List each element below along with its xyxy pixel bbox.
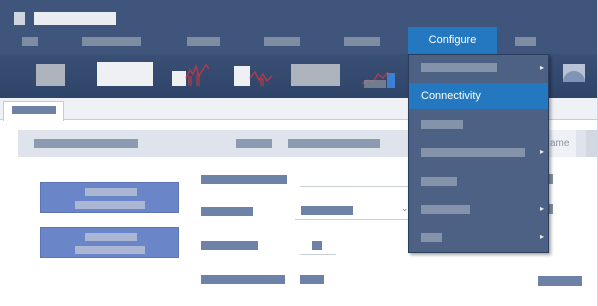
- chevron-right-icon: ▸: [539, 147, 544, 156]
- menu-configure[interactable]: Configure: [408, 27, 497, 54]
- dropdown-item-6[interactable]: ▸: [409, 196, 548, 222]
- field-label-2: [201, 207, 253, 216]
- dropdown-item-1-label: [421, 63, 497, 72]
- tab-label: [12, 106, 56, 114]
- action-button-2-line-1: [85, 233, 137, 241]
- window-title: [34, 12, 116, 25]
- field-label-1: [201, 175, 287, 184]
- app-icon: [14, 12, 25, 25]
- dropdown-item-3[interactable]: [409, 111, 548, 137]
- right-mark-2: [549, 204, 553, 214]
- select-value: [301, 206, 353, 215]
- dropdown-item-6-label: [421, 205, 470, 214]
- field-value-4: [300, 275, 324, 284]
- right-mark-1: [549, 174, 553, 184]
- menu-item-2[interactable]: [82, 37, 141, 46]
- menu-item-7[interactable]: [515, 37, 536, 46]
- menu-item-5[interactable]: [344, 37, 380, 46]
- gauge-icon[interactable]: [560, 62, 588, 88]
- action-button-1-line-2: [75, 201, 145, 209]
- menu-bar: [0, 30, 598, 54]
- action-button-1-line-1: [85, 188, 137, 196]
- field-label-3: [201, 241, 258, 250]
- toolbar-button-2[interactable]: [97, 62, 153, 86]
- configure-dropdown: ▸ Connectivity ▸ ▸ ▸: [408, 54, 549, 253]
- toolbar-button-5[interactable]: [291, 64, 340, 86]
- application-window: Configure ame ⌄ ▸ Connectivity ▸ ▸ ▸: [0, 0, 598, 306]
- text-field-1[interactable]: [300, 186, 410, 187]
- toolbar-button-1[interactable]: [36, 64, 65, 86]
- chevron-right-icon: ▸: [539, 63, 544, 72]
- header-column-1[interactable]: [34, 139, 138, 148]
- tab-active[interactable]: [3, 101, 64, 121]
- chevron-right-icon: ▸: [539, 232, 544, 241]
- dropdown-item-connectivity[interactable]: Connectivity: [409, 83, 548, 109]
- dropdown-item-3-label: [421, 120, 463, 129]
- action-button-2-line-2: [75, 246, 145, 254]
- right-value: [538, 276, 582, 286]
- dropdown-item-4-label: [421, 148, 525, 157]
- chart-icon-1[interactable]: [172, 62, 210, 86]
- field-label-4: [201, 275, 285, 284]
- action-button-1[interactable]: [40, 182, 179, 213]
- dropdown-item-7-label: [421, 233, 442, 242]
- header-column-2[interactable]: [236, 139, 272, 148]
- header-column-3[interactable]: [288, 139, 380, 148]
- dropdown-item-1[interactable]: ▸: [409, 55, 548, 81]
- header-column-name[interactable]: ame: [548, 130, 576, 157]
- dropdown-item-7[interactable]: ▸: [409, 224, 548, 250]
- menu-item-3[interactable]: [187, 37, 220, 46]
- chart-icon-2[interactable]: [234, 62, 274, 86]
- chart-icon-3[interactable]: [360, 62, 398, 88]
- text-field-3[interactable]: [300, 254, 336, 255]
- chevron-right-icon: ▸: [539, 204, 544, 213]
- dropdown-item-5[interactable]: [409, 168, 548, 194]
- dropdown-item-5-label: [421, 177, 457, 186]
- menu-item-1[interactable]: [22, 37, 38, 46]
- action-button-2[interactable]: [40, 227, 179, 258]
- select-field[interactable]: ⌄: [295, 200, 410, 220]
- title-bar: [0, 0, 598, 30]
- dropdown-item-4[interactable]: ▸: [409, 139, 548, 165]
- small-field-value: [312, 241, 322, 250]
- menu-item-4[interactable]: [264, 37, 300, 46]
